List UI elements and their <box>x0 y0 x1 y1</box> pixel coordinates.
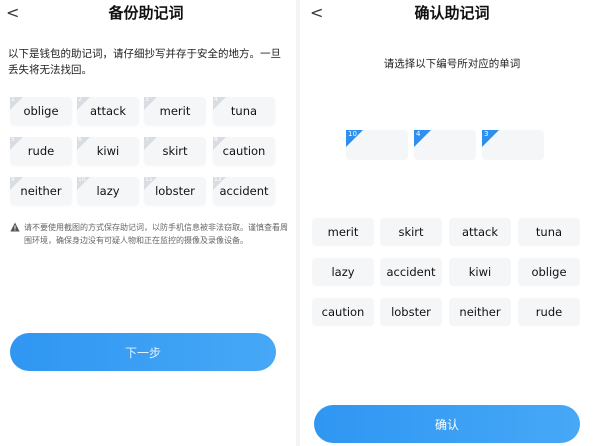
word-number: 4 <box>214 96 218 103</box>
mnemonic-word-9: 9 neither <box>10 176 72 205</box>
mnemonic-word-4: 4 tuna <box>213 96 275 125</box>
word-choice-caution[interactable]: caution <box>312 298 374 326</box>
mnemonic-word-5: 5 rude <box>10 136 72 165</box>
word-choice-attack[interactable]: attack <box>449 218 511 246</box>
answer-slot-3[interactable]: 3 <box>482 130 544 160</box>
word-text: accident <box>219 184 269 198</box>
word-text: merit <box>159 104 191 118</box>
mnemonic-word-1: 1 oblige <box>10 96 72 125</box>
slot-number: 4 <box>416 130 421 138</box>
word-choice-oblige[interactable]: oblige <box>518 258 580 286</box>
word-text: rude <box>27 144 55 158</box>
word-text: kiwi <box>96 144 120 158</box>
word-number: 3 <box>145 96 149 103</box>
confirm-mnemonic-screen: < 确认助记词 请选择以下编号所对应的单词 10 4 3 merit skirt… <box>304 0 600 446</box>
word-number: 8 <box>214 136 218 143</box>
word-number: 9 <box>11 176 15 183</box>
mnemonic-word-7: 7 skirt <box>144 136 206 165</box>
mnemonic-word-11: 11 lobster <box>144 176 206 205</box>
word-choice-merit[interactable]: merit <box>312 218 374 246</box>
mnemonic-word-6: 6 kiwi <box>77 136 139 165</box>
page-title: 确认助记词 <box>414 4 490 22</box>
word-choice-accident[interactable]: accident <box>380 258 442 286</box>
page-title: 备份助记词 <box>108 4 184 22</box>
mnemonic-word-12: 12 accident <box>213 176 275 205</box>
word-number: 1 <box>11 96 15 103</box>
word-choice-tuna[interactable]: tuna <box>518 218 580 246</box>
panel-divider <box>296 0 300 446</box>
mnemonic-word-3: 3 merit <box>144 96 206 125</box>
word-text: tuna <box>230 104 258 118</box>
confirm-button[interactable]: 确认 <box>314 405 580 443</box>
mnemonic-word-2: 2 attack <box>77 96 139 125</box>
word-text: oblige <box>23 104 59 118</box>
confirm-prompt: 请选择以下编号所对应的单词 <box>383 58 521 70</box>
word-choice-kiwi[interactable]: kiwi <box>449 258 511 286</box>
word-number: 5 <box>11 136 15 143</box>
backup-mnemonic-screen: < 备份助记词 以下是钱包的助记词，请仔细抄写并存于安全的地方。一旦丢失将无法找… <box>0 0 292 446</box>
word-choice-lobster[interactable]: lobster <box>380 298 442 326</box>
word-text: lobster <box>155 184 195 198</box>
slot-number: 3 <box>484 130 489 138</box>
word-text: attack <box>89 104 127 118</box>
word-choice-lazy[interactable]: lazy <box>312 258 374 286</box>
word-text: lazy <box>96 184 120 198</box>
mnemonic-word-10: 10 lazy <box>77 176 139 205</box>
answer-slot-1[interactable]: 10 <box>346 130 408 160</box>
security-warning: 请不要使用截图的方式保存助记词，以防手机信息被非法窃取。谨慎查看周围环境，确保身… <box>10 221 288 247</box>
word-text: skirt <box>162 144 188 158</box>
slot-number: 10 <box>348 130 357 138</box>
word-number: 7 <box>145 136 149 143</box>
word-number: 6 <box>78 136 82 143</box>
word-text: caution <box>222 144 266 158</box>
word-number: 2 <box>78 96 82 103</box>
word-choice-rude[interactable]: rude <box>518 298 580 326</box>
warning-icon <box>10 222 20 232</box>
word-number: 12 <box>214 176 222 183</box>
word-choice-skirt[interactable]: skirt <box>380 218 442 246</box>
word-choice-neither[interactable]: neither <box>449 298 511 326</box>
mnemonic-word-8: 8 caution <box>213 136 275 165</box>
mnemonic-description: 以下是钱包的助记词，请仔细抄写并存于安全的地方。一旦丢失将无法找回。 <box>8 48 281 76</box>
answer-slot-2[interactable]: 4 <box>414 130 476 160</box>
word-number: 10 <box>78 176 86 183</box>
warning-text: 请不要使用截图的方式保存助记词，以防手机信息被非法窃取。谨慎查看周围环境，确保身… <box>24 223 288 245</box>
next-step-button[interactable]: 下一步 <box>10 333 276 371</box>
word-text: neither <box>20 184 62 198</box>
word-number: 11 <box>145 176 153 183</box>
